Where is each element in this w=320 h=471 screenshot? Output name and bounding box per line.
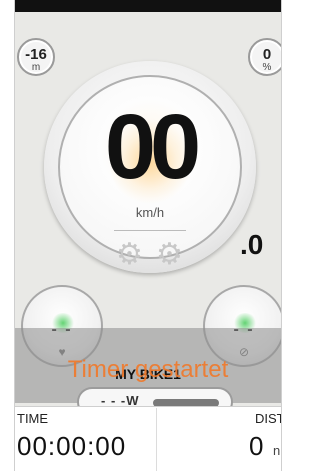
gradient-value: 0 xyxy=(262,46,272,63)
distance-value[interactable]: 0 xyxy=(249,431,263,462)
toast-message: Timer gestartet xyxy=(67,356,229,383)
gauge-divider xyxy=(114,230,186,231)
speed-decimal: .0 xyxy=(240,229,264,260)
altitude-badge[interactable]: -16 m xyxy=(17,38,55,76)
speed-unit: km/h xyxy=(135,205,165,220)
time-label: TIME xyxy=(17,411,49,426)
speed-gauge[interactable]: 00 .0 km/h ⚙ ⚙ xyxy=(44,61,263,273)
cadence-icon: ⚙ xyxy=(116,238,143,271)
gradient-badge[interactable]: 0 % xyxy=(248,38,281,76)
panel-divider xyxy=(156,408,157,471)
altitude-value: -16 xyxy=(25,46,47,63)
altitude-unit: m xyxy=(31,62,41,73)
distance-label: DIST xyxy=(255,411,282,426)
gradient-unit: % xyxy=(262,62,272,73)
app-screen: -16 m 0 % 00 .0 km/h ⚙ ⚙ - - ♥ - - ⊘ MY … xyxy=(14,0,282,471)
distance-unit: n xyxy=(273,443,281,458)
metrics-panel: TIME 00:00:00 DIST 0 n xyxy=(15,406,281,471)
gear-icon: ⚙ xyxy=(156,238,183,271)
time-value[interactable]: 00:00:00 xyxy=(17,431,126,462)
speed-value: 00 xyxy=(104,96,201,198)
status-bar xyxy=(15,0,281,12)
